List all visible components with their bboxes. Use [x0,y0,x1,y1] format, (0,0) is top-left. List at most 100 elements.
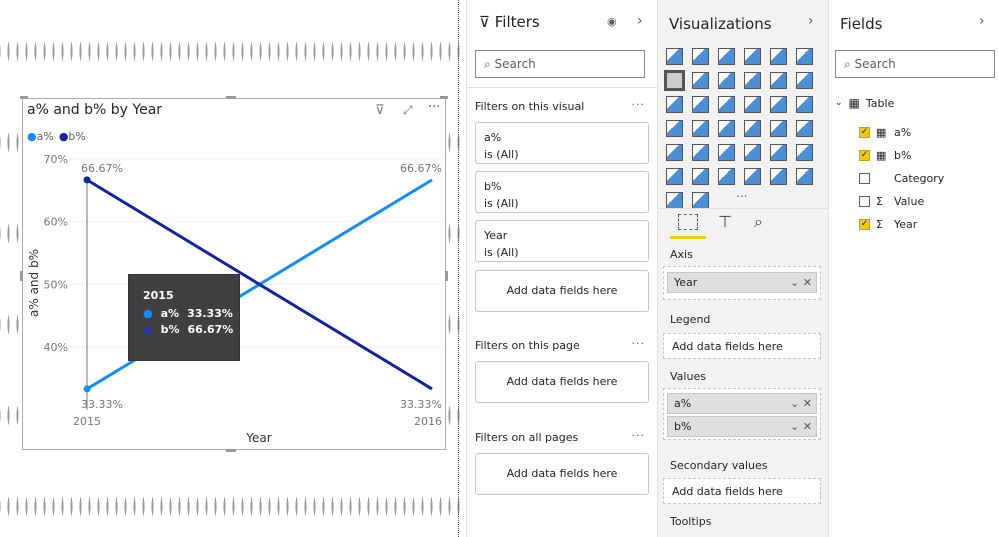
values-field-b[interactable]: b% ⌄ ✕ [667,416,817,437]
y-tick-label: 50% [44,278,68,291]
visual-type-icon[interactable] [796,96,813,113]
visual-type-icon[interactable] [666,192,683,209]
visual-type-icon[interactable] [744,168,761,185]
visual-type-icon[interactable] [718,168,735,185]
fields-pane: Fields › ⌕ Search ⌄ ▦ Table ✓ ▦ a% ✓ ▦ b% Catego… [828,0,998,537]
table-node[interactable]: ⌄ ▦ Table [835,96,894,110]
axis-field-year[interactable]: Year ⌄ ✕ [667,272,817,293]
tooltip-row: ● b% 66.67% [143,323,234,336]
format-paint-roller-icon[interactable]: ⊤ [718,212,732,231]
visual-type-icon[interactable] [796,120,813,137]
visual-type-icon[interactable] [718,120,735,137]
filter-card-a[interactable]: a% is (All) [475,122,649,164]
visual-type-icon[interactable] [744,96,761,113]
checkbox[interactable]: ✓ [859,127,870,138]
fields-search-input[interactable]: ⌕ Search [835,50,995,78]
visual-type-icon[interactable] [664,70,685,91]
visualizations-title: Visualizations [669,15,772,33]
field-item-a-pct[interactable]: ✓ ▦ a% [859,126,911,139]
values-label: Values [670,370,706,383]
visual-type-icon[interactable] [666,120,683,137]
visual-type-icon[interactable] [770,72,787,89]
field-item-b-pct[interactable]: ✓ ▦ b% [859,149,911,162]
more-icon[interactable]: ··· [632,429,646,442]
tooltip: 2015 ● a% 33.33% ● b% 66.67% [128,274,240,361]
visual-type-icon[interactable] [770,168,787,185]
collapse-chevron-icon[interactable]: › [808,13,814,29]
data-label: 66.67% [81,162,123,175]
more-visuals-icon[interactable]: ... [736,186,747,200]
visual-type-icon[interactable] [692,144,709,161]
calculator-icon: ▦ [876,126,887,139]
visual-type-icon[interactable] [692,48,709,65]
filter-drop-visual[interactable]: Add data fields here [475,270,649,312]
visualizations-pane: Visualizations › ... ⊤ ⌕ Axis Year ⌄ ✕ Le… [657,0,828,537]
visual-type-icon[interactable] [770,48,787,65]
visual-type-icon[interactable] [796,72,813,89]
fields-title: Fields [840,15,883,33]
filters-search-input[interactable]: ⌕ Search [475,50,645,78]
checkbox[interactable]: ✓ [859,150,870,161]
legend-drop[interactable]: Add data fields here [663,333,821,359]
visual-type-icon[interactable] [692,120,709,137]
calculator-icon: ▦ [876,149,887,162]
visual-type-icon[interactable] [666,96,683,113]
collapse-chevron-icon[interactable]: › [979,13,985,29]
field-item-category[interactable]: Category [859,172,944,185]
more-icon[interactable]: ··· [632,337,646,350]
filter-card-b[interactable]: b% is (All) [475,171,649,213]
visual-type-icon[interactable] [692,192,709,209]
visual-type-icon[interactable] [666,48,683,65]
checkbox[interactable] [859,173,870,184]
analytics-magnifier-icon[interactable]: ⌕ [754,212,763,232]
tooltip-title: 2015 [143,289,174,302]
visual-type-icon[interactable] [666,144,683,161]
visual-type-icon[interactable] [718,48,735,65]
visual-type-icon[interactable] [796,168,813,185]
checkbox[interactable]: ✓ [859,219,870,230]
data-label: 33.33% [81,398,123,411]
visual-type-icon[interactable] [770,144,787,161]
visual-type-icon[interactable] [744,144,761,161]
filter-drop-all[interactable]: Add data fields here [475,453,649,495]
more-icon[interactable]: ··· [632,98,646,111]
eye-icon[interactable]: ◉ [607,15,617,28]
line-chart-visual[interactable]: a% and b% by Year ⊽ ⤢ ··· ●a% ●b% 40% 50%… [20,96,448,452]
data-point [83,176,91,184]
x-tick-label: 2015 [73,415,101,428]
visual-type-icon[interactable] [718,72,735,89]
field-item-value[interactable]: Σ Value [859,195,924,208]
fields-tab-icon[interactable] [678,214,698,230]
visual-type-icon[interactable] [796,48,813,65]
filters-on-all-header: Filters on all pages [475,431,579,444]
sigma-icon: Σ [876,195,883,208]
visual-type-icon[interactable] [718,96,735,113]
secondary-drop[interactable]: Add data fields here [663,478,821,504]
filters-pane: ⊽ Filters ◉ › ⌕ Search Filters on this v… [466,0,657,537]
visual-type-icon[interactable] [770,120,787,137]
visual-type-icon[interactable] [692,72,709,89]
secondary-values-label: Secondary values [670,459,768,472]
filter-card-year[interactable]: Year is (All) [475,220,649,262]
filter-drop-page[interactable]: Add data fields here [475,361,649,403]
visual-type-icon[interactable] [692,168,709,185]
field-item-year[interactable]: ✓ Σ Year [859,218,917,231]
visual-type-icon[interactable] [744,72,761,89]
visual-type-icon[interactable] [744,48,761,65]
visual-type-icon[interactable] [718,144,735,161]
x-axis-title: Year [245,431,271,445]
sigma-icon: Σ [876,218,883,231]
x-tick-label: 2016 [414,415,442,428]
visual-type-icon[interactable] [770,96,787,113]
values-field-a[interactable]: a% ⌄ ✕ [667,393,817,414]
legend-well-label: Legend [670,313,711,326]
visual-type-icon[interactable] [666,168,683,185]
chevron-close-icon: ⌄ ✕ [790,276,812,289]
checkbox[interactable] [859,196,870,207]
y-tick-label: 60% [44,216,68,229]
visual-type-icon[interactable] [796,144,813,161]
tooltip-row: ● a% 33.33% [143,307,233,320]
visual-type-icon[interactable] [744,120,761,137]
collapse-chevron-icon[interactable]: › [637,13,643,29]
visual-type-icon[interactable] [692,96,709,113]
